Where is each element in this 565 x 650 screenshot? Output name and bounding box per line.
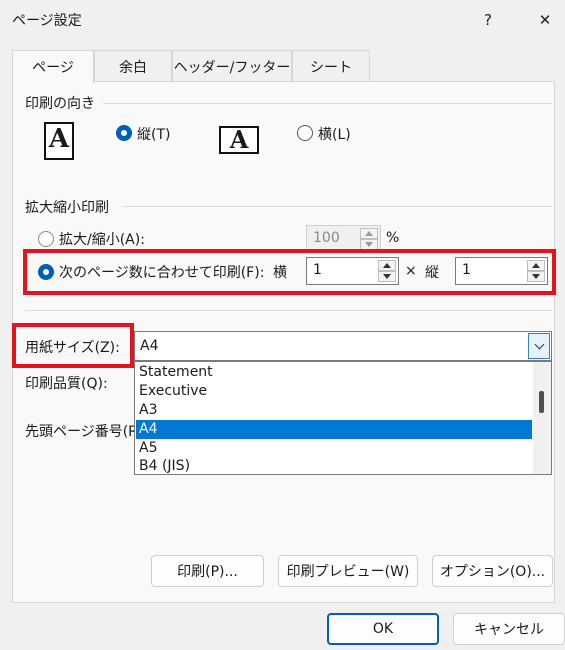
- fit-width-spinner[interactable]: 1: [306, 257, 399, 285]
- tab-page[interactable]: ページ: [12, 50, 94, 83]
- tab-header-footer[interactable]: ヘッダー/フッター: [172, 50, 292, 82]
- print-button[interactable]: 印刷(P)...: [151, 555, 264, 587]
- title-bar: ページ設定 ? ✕: [0, 0, 565, 40]
- tab-margins-label: 余白: [119, 59, 147, 76]
- fit-width-down-button[interactable]: [378, 271, 396, 282]
- zoom-radio[interactable]: [38, 231, 54, 247]
- paper-size-value: A4: [140, 338, 159, 354]
- chevron-down-icon: [534, 339, 544, 349]
- tab-sheet[interactable]: シート: [292, 50, 370, 82]
- fit-height-up-button[interactable]: [527, 260, 545, 271]
- first-page-number-label: 先頭ページ番号(R: [25, 424, 138, 440]
- fit-height-label: 縦: [425, 265, 439, 281]
- paper-size-list[interactable]: Statement Executive A3 A4 A5 B4 (JIS): [134, 361, 552, 475]
- chevron-up-icon: [532, 263, 540, 268]
- paper-size-combobox[interactable]: A4: [134, 331, 552, 361]
- portrait-page-icon: A: [44, 122, 74, 160]
- portrait-radio[interactable]: [116, 125, 132, 141]
- fit-pages-label[interactable]: 次のページ数に合わせて印刷(F):: [59, 262, 264, 282]
- cancel-button[interactable]: キャンセル: [453, 613, 565, 645]
- scaling-group-label: 拡大縮小印刷: [25, 200, 109, 216]
- close-icon: ✕: [538, 11, 552, 29]
- cancel-button-label: キャンセル: [474, 622, 544, 638]
- orientation-group-label: 印刷の向き: [25, 96, 95, 112]
- scrollbar-thumb[interactable]: [539, 391, 544, 413]
- print-preview-button[interactable]: 印刷プレビュー(W): [278, 555, 418, 587]
- times-sign: ×: [405, 263, 417, 279]
- zoom-unit: %: [386, 230, 400, 246]
- chevron-up-icon: [365, 231, 373, 236]
- list-item[interactable]: A3: [136, 401, 532, 420]
- list-item[interactable]: Statement: [136, 363, 532, 382]
- fit-width-label: 横: [273, 265, 287, 281]
- zoom-label[interactable]: 拡大/縮小(A):: [59, 229, 145, 249]
- print-preview-button-label: 印刷プレビュー(W): [286, 564, 410, 580]
- zoom-value: 100: [313, 230, 340, 246]
- close-button[interactable]: ✕: [525, 6, 565, 34]
- chevron-down-icon: [383, 274, 391, 279]
- scaling-divider: [122, 206, 552, 207]
- list-item[interactable]: B4 (JIS): [136, 457, 532, 476]
- paper-size-dropdown-button[interactable]: [528, 333, 550, 359]
- orientation-divider: [103, 103, 552, 104]
- section-divider: [25, 310, 552, 311]
- list-item-selected[interactable]: A4: [136, 420, 532, 439]
- fit-pages-radio[interactable]: [38, 264, 54, 280]
- list-item[interactable]: Executive: [136, 382, 532, 401]
- print-quality-label: 印刷品質(Q):: [25, 376, 108, 392]
- fit-width-up-button[interactable]: [378, 260, 396, 271]
- tab-sheet-label: シート: [310, 59, 352, 76]
- fit-height-spinner[interactable]: 1: [455, 257, 548, 285]
- list-scrollbar[interactable]: [533, 362, 551, 474]
- print-button-label: 印刷(P)...: [177, 564, 238, 580]
- help-button[interactable]: ?: [468, 6, 508, 34]
- zoom-up-button[interactable]: [360, 228, 378, 239]
- landscape-label[interactable]: 横(L): [318, 124, 351, 144]
- tab-margins[interactable]: 余白: [94, 50, 172, 82]
- fit-height-spin-buttons: [527, 260, 545, 282]
- paper-size-label: 用紙サイズ(Z):: [25, 340, 120, 356]
- landscape-page-icon: A: [219, 126, 259, 154]
- zoom-spin-buttons: [360, 228, 378, 250]
- options-button[interactable]: オプション(O)...: [432, 555, 553, 587]
- chevron-up-icon: [383, 263, 391, 268]
- fit-height-down-button[interactable]: [527, 271, 545, 282]
- ok-button-label: OK: [372, 621, 394, 637]
- tab-header-footer-label: ヘッダー/フッター: [173, 59, 291, 76]
- fit-width-spin-buttons: [378, 260, 396, 282]
- landscape-radio[interactable]: [297, 125, 313, 141]
- ok-button[interactable]: OK: [327, 613, 439, 645]
- list-item[interactable]: A5: [136, 439, 532, 458]
- chevron-down-icon: [532, 274, 540, 279]
- fit-width-value: 1: [313, 262, 322, 278]
- fit-height-value: 1: [462, 262, 471, 278]
- chevron-down-icon: [365, 242, 373, 247]
- help-icon: ?: [484, 11, 492, 29]
- portrait-label[interactable]: 縦(T): [137, 124, 170, 144]
- options-button-label: オプション(O)...: [439, 564, 546, 580]
- window-title: ページ設定: [12, 13, 82, 29]
- tab-page-label: ページ: [32, 60, 74, 76]
